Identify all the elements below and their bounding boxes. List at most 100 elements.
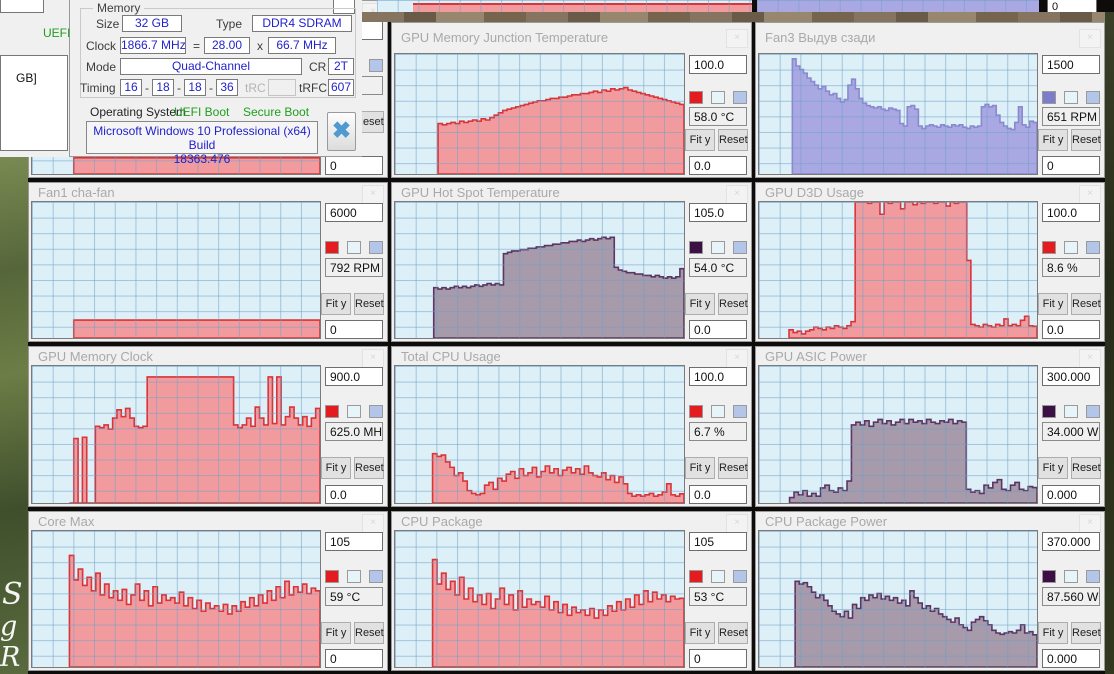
axis-max-input[interactable]: 300.000 — [1042, 367, 1100, 386]
background-color-swatch[interactable] — [711, 570, 725, 583]
background-color-swatch[interactable] — [347, 405, 361, 418]
axis-max-input[interactable]: 100.0 — [1042, 203, 1100, 222]
background-color-swatch[interactable] — [711, 241, 725, 254]
axis-max-input[interactable]: 100.0 — [689, 367, 747, 386]
fit-y-button[interactable]: Fit y — [1038, 129, 1068, 151]
fit-y-button[interactable]: Fit y — [1038, 293, 1068, 315]
graph-area[interactable] — [394, 201, 685, 339]
reset-button[interactable]: Reset — [718, 293, 748, 315]
grid-color-swatch[interactable] — [733, 405, 747, 418]
grid-color-swatch[interactable] — [733, 241, 747, 254]
axis-min-input[interactable]: 0.0 — [325, 485, 383, 504]
fit-y-button[interactable]: Fit y — [321, 293, 351, 315]
series-color-swatch[interactable] — [325, 405, 339, 418]
axis-min-input[interactable]: 0 — [325, 156, 383, 175]
grid-color-swatch[interactable] — [1086, 570, 1100, 583]
series-color-swatch[interactable] — [325, 241, 339, 254]
graph-area[interactable] — [758, 365, 1038, 504]
graph-area[interactable] — [758, 530, 1038, 668]
axis-min-input[interactable]: 0.0 — [689, 320, 747, 339]
panel-corner-button[interactable]: × — [362, 349, 384, 368]
series-color-swatch[interactable] — [1042, 570, 1056, 583]
background-color-swatch[interactable] — [1064, 405, 1078, 418]
grid-color-swatch[interactable] — [733, 570, 747, 583]
axis-min-input[interactable]: 0.000 — [1042, 649, 1100, 668]
reset-button[interactable]: Reset — [1071, 129, 1101, 151]
axis-max-input[interactable]: 105 — [689, 532, 747, 551]
reset-button[interactable]: Reset — [1071, 457, 1101, 479]
series-color-swatch[interactable] — [1042, 405, 1056, 418]
graph-area[interactable] — [31, 201, 321, 339]
background-color-swatch[interactable] — [347, 570, 361, 583]
reset-button[interactable]: Reset — [718, 457, 748, 479]
axis-max-input[interactable]: 1500 — [1042, 55, 1100, 74]
panel-corner-button[interactable]: × — [726, 185, 748, 204]
graph-area[interactable] — [758, 53, 1038, 175]
grid-color-swatch[interactable] — [369, 405, 383, 418]
reset-button[interactable]: Reset — [354, 293, 384, 315]
axis-min-input[interactable]: 0 — [689, 649, 747, 668]
axis-max-input[interactable]: 370.000 — [1042, 532, 1100, 551]
graph-area[interactable] — [394, 53, 685, 175]
grid-color-swatch[interactable] — [733, 91, 747, 104]
axis-max-input[interactable]: 105 — [325, 532, 383, 551]
fit-y-button[interactable]: Fit y — [685, 622, 715, 644]
reset-button[interactable]: Reset — [718, 622, 748, 644]
info-listbox[interactable]: GB] — [0, 55, 68, 151]
background-color-swatch[interactable] — [347, 241, 361, 254]
axis-max-input[interactable]: 100.0 — [689, 55, 747, 74]
series-color-swatch[interactable] — [1042, 241, 1056, 254]
grid-color-swatch[interactable] — [369, 570, 383, 583]
grid-color-swatch[interactable] — [1086, 405, 1100, 418]
graph-area[interactable] — [31, 530, 321, 668]
axis-min-input[interactable]: 0.0 — [689, 156, 747, 175]
fit-y-button[interactable]: Fit y — [321, 622, 351, 644]
series-color-swatch[interactable] — [689, 241, 703, 254]
close-button[interactable]: ✖ — [327, 112, 356, 151]
grid-color-swatch[interactable] — [369, 59, 383, 72]
fit-y-button[interactable]: Fit y — [685, 293, 715, 315]
fit-y-button[interactable]: Fit y — [1038, 622, 1068, 644]
axis-min-input[interactable]: 0.0 — [1042, 320, 1100, 339]
panel-corner-button[interactable]: × — [1079, 349, 1101, 368]
grid-color-swatch[interactable] — [1086, 241, 1100, 254]
graph-area[interactable] — [31, 365, 321, 504]
fit-y-button[interactable]: Fit y — [685, 129, 715, 151]
reset-button[interactable]: Reset — [1071, 293, 1101, 315]
background-color-swatch[interactable] — [1064, 570, 1078, 583]
fit-y-button[interactable]: Fit y — [1038, 457, 1068, 479]
panel-corner-button[interactable]: × — [1079, 29, 1101, 48]
panel-corner-button[interactable]: × — [362, 185, 384, 204]
panel-corner-button[interactable]: × — [362, 514, 384, 533]
fit-y-button[interactable]: Fit y — [321, 457, 351, 479]
series-color-swatch[interactable] — [1042, 91, 1056, 104]
axis-min-input[interactable]: 0 — [325, 320, 383, 339]
series-color-swatch[interactable] — [689, 405, 703, 418]
panel-corner-button[interactable]: × — [726, 29, 748, 48]
axis-max-input[interactable]: 6000 — [325, 203, 383, 222]
panel-corner-button[interactable]: × — [1079, 514, 1101, 533]
graph-area[interactable] — [394, 365, 685, 504]
reset-button[interactable]: Reset — [1071, 622, 1101, 644]
axis-min-input[interactable]: 0.0 — [689, 485, 747, 504]
fit-y-button[interactable]: Fit y — [685, 457, 715, 479]
series-color-swatch[interactable] — [325, 570, 339, 583]
axis-max-input[interactable]: 900.0 — [325, 367, 383, 386]
graph-area[interactable] — [758, 201, 1038, 339]
series-color-swatch[interactable] — [689, 570, 703, 583]
background-color-swatch[interactable] — [1064, 241, 1078, 254]
background-color-swatch[interactable] — [711, 405, 725, 418]
reset-button[interactable]: Reset — [718, 129, 748, 151]
axis-min-input[interactable]: 0.000 — [1042, 485, 1100, 504]
panel-corner-button[interactable]: × — [726, 349, 748, 368]
graph-area[interactable] — [394, 530, 685, 668]
reset-button[interactable]: Reset — [354, 622, 384, 644]
axis-max-input[interactable]: 105.0 — [689, 203, 747, 222]
grid-color-swatch[interactable] — [1086, 91, 1100, 104]
background-color-swatch[interactable] — [1064, 91, 1078, 104]
series-color-swatch[interactable] — [689, 91, 703, 104]
grid-color-swatch[interactable] — [369, 241, 383, 254]
reset-button[interactable]: Reset — [354, 457, 384, 479]
panel-corner-button[interactable]: × — [1079, 185, 1101, 204]
axis-min-input[interactable]: 0 — [325, 649, 383, 668]
